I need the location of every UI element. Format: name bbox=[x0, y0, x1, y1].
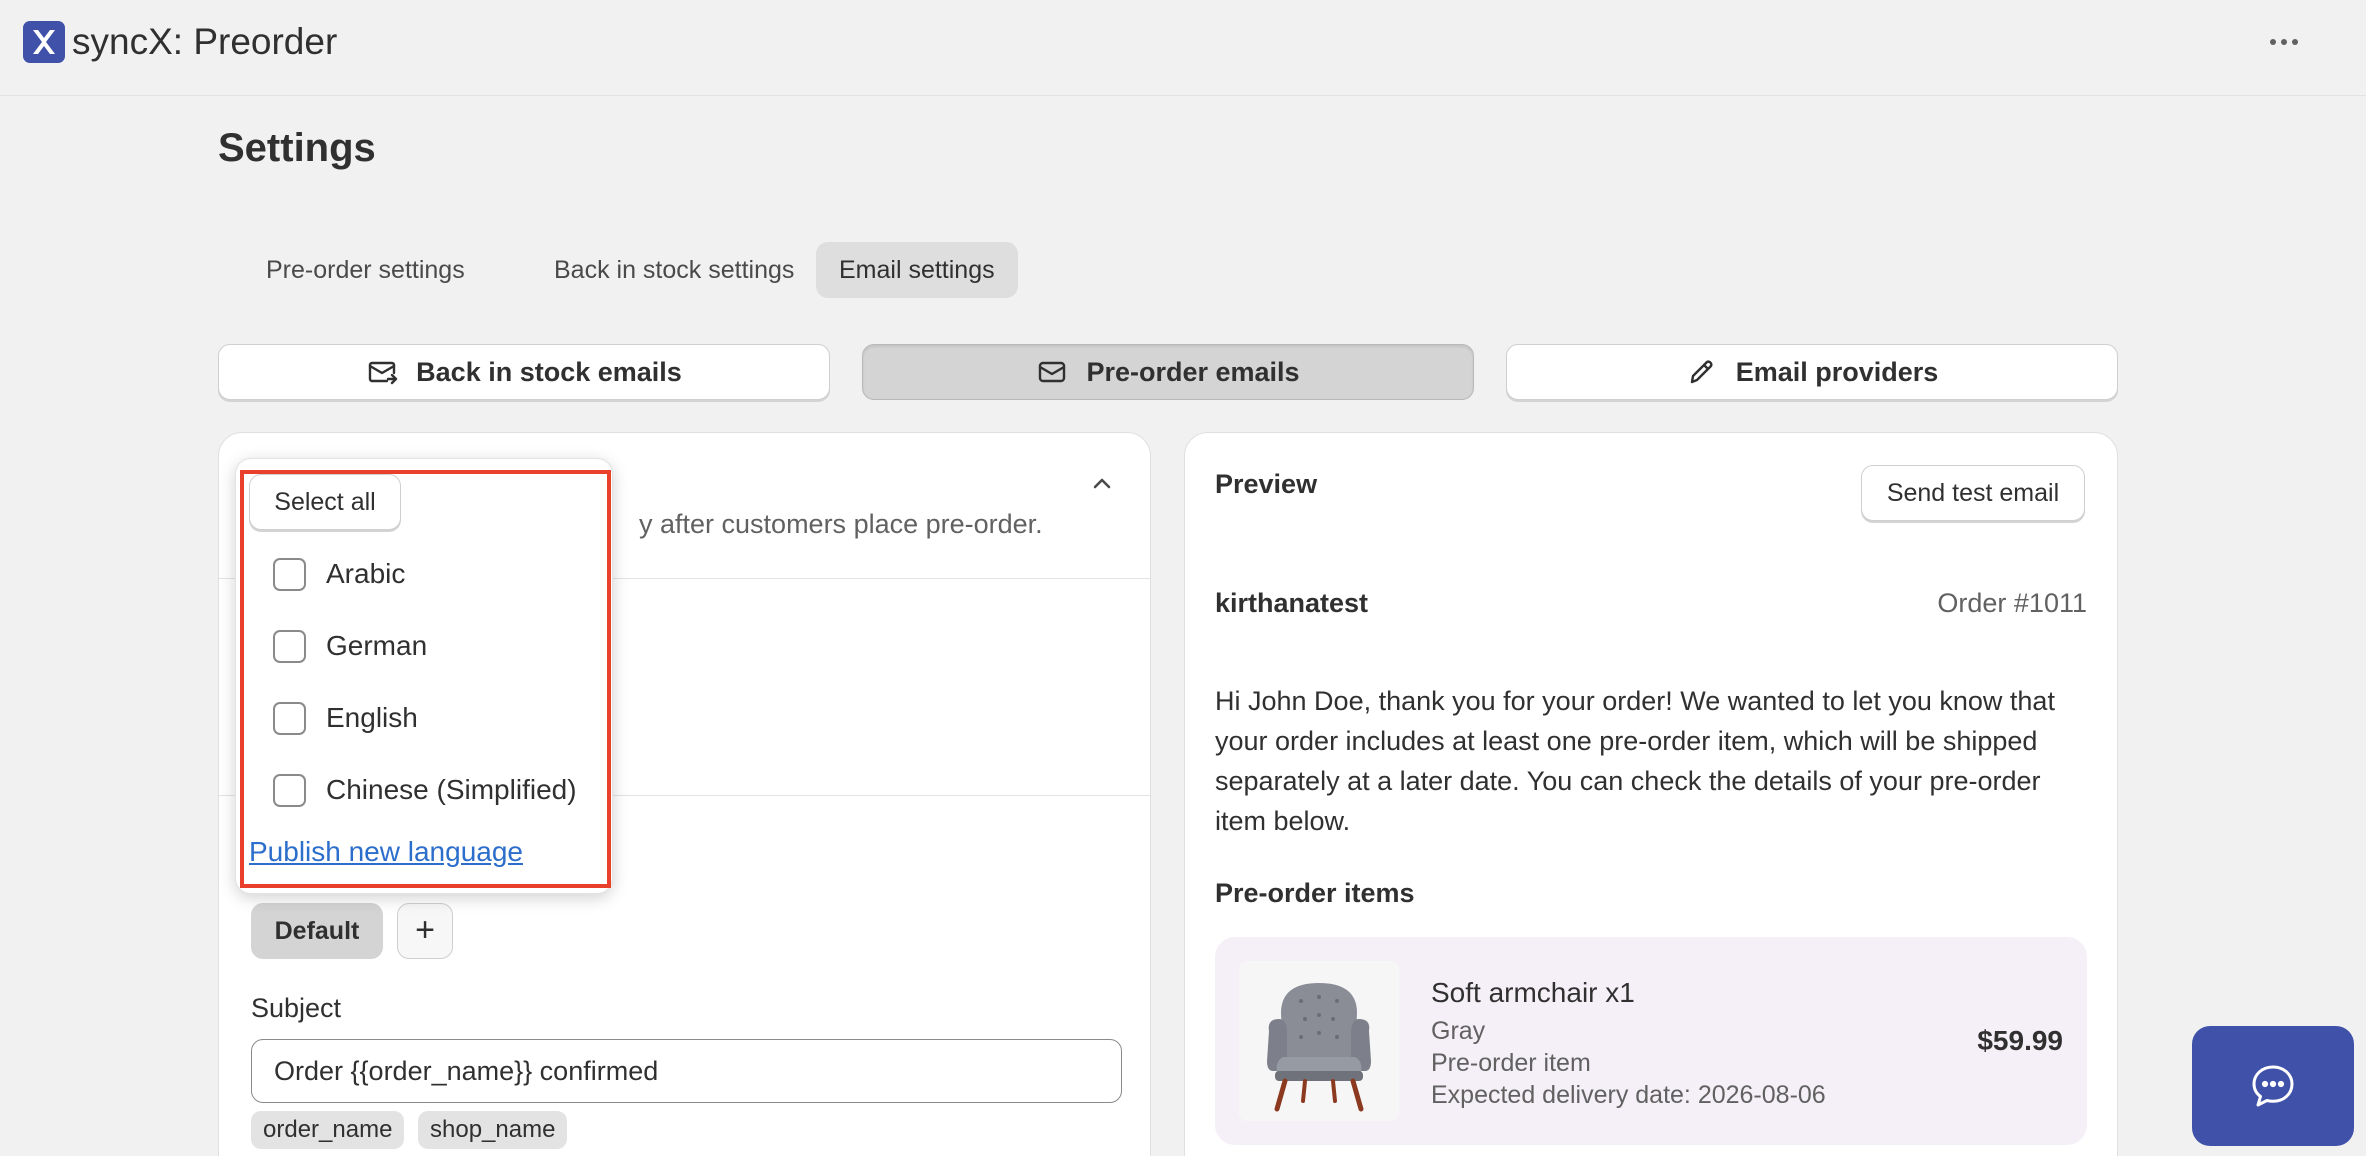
language-option-german[interactable]: German bbox=[273, 626, 427, 666]
app-title: syncX: Preorder bbox=[72, 21, 338, 62]
tab-pre-order-settings[interactable]: Pre-order settings bbox=[243, 242, 488, 298]
default-language-chip[interactable]: Default bbox=[251, 903, 383, 959]
pre-order-item-card: Soft armchair x1 Gray Pre-order item Exp… bbox=[1215, 937, 2087, 1145]
chat-button[interactable] bbox=[2192, 1026, 2354, 1146]
subject-input[interactable]: Order {{order_name}} confirmed bbox=[251, 1039, 1122, 1103]
back-in-stock-emails-button[interactable]: Back in stock emails bbox=[218, 344, 830, 400]
template-description: y after customers place pre-order. bbox=[639, 509, 1043, 539]
shop-name: kirthanatest bbox=[1215, 588, 1369, 618]
pencil-icon bbox=[1686, 356, 1718, 388]
variable-tag-shop-name[interactable]: shop_name bbox=[418, 1111, 568, 1149]
chevron-up-icon[interactable] bbox=[1085, 467, 1119, 501]
armchair-product-image bbox=[1239, 961, 1399, 1121]
language-label: Arabic bbox=[326, 558, 406, 589]
item-tag: Pre-order item bbox=[1431, 1049, 1591, 1077]
checkbox[interactable] bbox=[273, 629, 306, 663]
pre-order-emails-button[interactable]: Pre-order emails bbox=[862, 344, 1474, 400]
language-label: English bbox=[326, 702, 418, 733]
checkbox[interactable] bbox=[273, 773, 306, 807]
tab-email-settings[interactable]: Email settings bbox=[816, 242, 1018, 298]
send-test-email-button[interactable]: Send test email bbox=[1861, 465, 2085, 521]
language-label: German bbox=[326, 630, 428, 661]
checkbox[interactable] bbox=[273, 557, 306, 591]
order-number: Order #1011 bbox=[1937, 588, 2087, 618]
item-variant: Gray bbox=[1431, 1017, 1486, 1045]
mail-icon bbox=[1036, 356, 1068, 388]
mail-arrow-icon bbox=[366, 356, 398, 388]
subject-label: Subject bbox=[251, 993, 342, 1023]
chat-bubble-icon bbox=[2252, 1065, 2294, 1107]
syncx-logo-icon bbox=[23, 21, 65, 63]
email-providers-button[interactable]: Email providers bbox=[1506, 344, 2118, 400]
variable-tag-order-name[interactable]: order_name bbox=[251, 1111, 405, 1149]
add-language-button[interactable]: + bbox=[397, 903, 453, 959]
item-name: Soft armchair x1 bbox=[1431, 977, 1635, 1008]
language-option-chinese-simplified[interactable]: Chinese (Simplified) bbox=[273, 770, 577, 810]
publish-new-language-link[interactable]: Publish new language bbox=[249, 836, 523, 868]
tab-back-in-stock-settings[interactable]: Back in stock settings bbox=[531, 242, 817, 298]
more-horizontal-icon[interactable] bbox=[2266, 24, 2302, 60]
item-price: $59.99 bbox=[1977, 1025, 2063, 1056]
top-bar: syncX: Preorder bbox=[0, 0, 2366, 96]
item-delivery-date: Expected delivery date: 2026-08-06 bbox=[1431, 1081, 1826, 1109]
pre-order-items-title: Pre-order items bbox=[1215, 878, 1415, 908]
checkbox[interactable] bbox=[273, 701, 306, 735]
back-in-stock-emails-label: Back in stock emails bbox=[416, 356, 682, 387]
language-option-english[interactable]: English bbox=[273, 698, 418, 738]
preview-title: Preview bbox=[1215, 469, 1318, 499]
language-option-arabic[interactable]: Arabic bbox=[273, 554, 405, 594]
page-title: Settings bbox=[218, 126, 376, 170]
email-providers-label: Email providers bbox=[1735, 356, 1939, 387]
preview-card: Preview Send test email kirthanatest Ord… bbox=[1184, 432, 2118, 1156]
language-label: Chinese (Simplified) bbox=[326, 774, 577, 805]
select-all-button[interactable]: Select all bbox=[249, 474, 401, 530]
email-body-text: Hi John Doe, thank you for your order! W… bbox=[1215, 686, 2055, 836]
pre-order-emails-label: Pre-order emails bbox=[1086, 356, 1300, 387]
